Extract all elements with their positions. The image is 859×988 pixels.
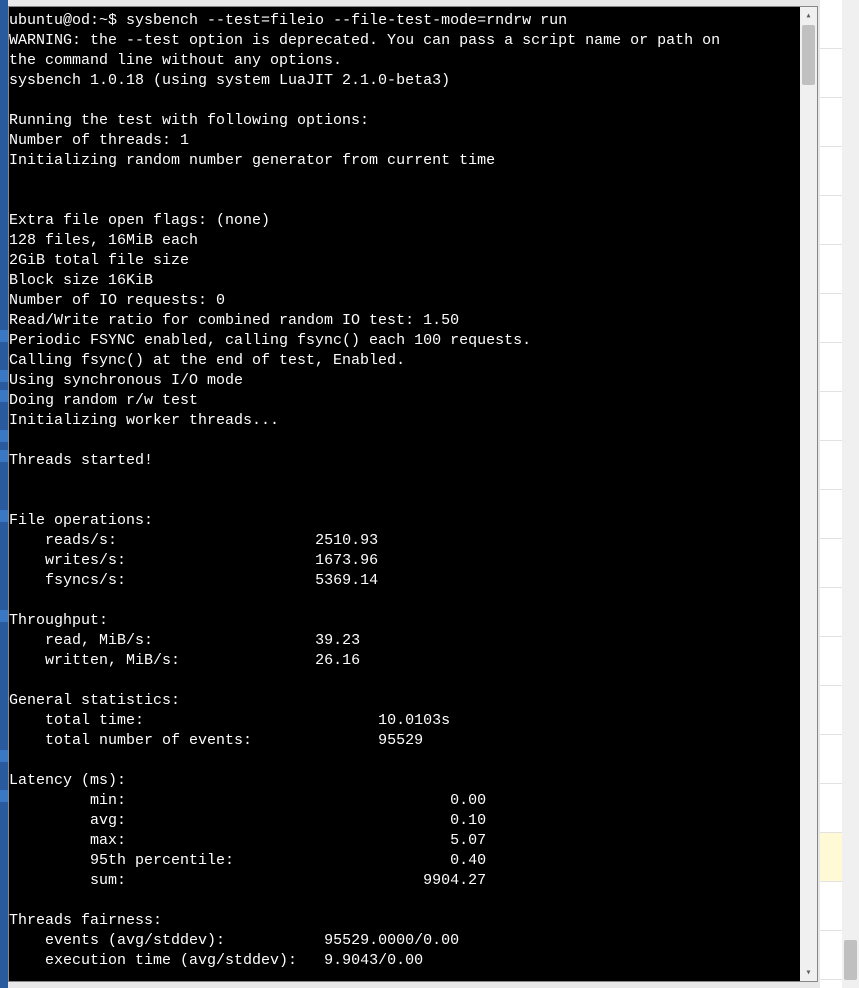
io-req-line: Number of IO requests: 0 [9, 292, 225, 309]
threads-line: Number of threads: 1 [9, 132, 189, 149]
events-avg-label: events (avg/stddev): [9, 932, 324, 949]
total-events-label: total number of events: [9, 732, 378, 749]
total-time-label: total time: [9, 712, 378, 729]
lat-max-value: 5.07 [450, 832, 486, 849]
scroll-up-button[interactable]: ▴ [800, 7, 817, 24]
reads-value: 2510.93 [315, 532, 378, 549]
lat-avg-label: avg: [9, 812, 450, 829]
lat-avg-value: 0.10 [450, 812, 486, 829]
read-mib-label: read, MiB/s: [9, 632, 315, 649]
writes-value: 1673.96 [315, 552, 378, 569]
files-line: 128 files, 16MiB each [9, 232, 198, 249]
fsyncs-value: 5369.14 [315, 572, 378, 589]
block-size-line: Block size 16KiB [9, 272, 153, 289]
fsyncs-label: fsyncs/s: [9, 572, 315, 589]
exec-time-label: execution time (avg/stddev): [9, 952, 324, 969]
left-gutter [0, 0, 8, 988]
warning-line-2: the command line without any options. [9, 52, 342, 69]
flags-line: Extra file open flags: (none) [9, 212, 270, 229]
writes-label: writes/s: [9, 552, 315, 569]
fileops-header: File operations: [9, 512, 153, 529]
total-time-value: 10.0103s [378, 712, 450, 729]
terminal-output: ubuntu@od:~$ sysbench --test=fileio --fi… [9, 7, 800, 981]
page-scroll-thumb[interactable] [844, 940, 857, 980]
prompt: ubuntu@od:~$ [9, 12, 126, 29]
terminal-scroll-thumb[interactable] [802, 25, 815, 85]
terminal[interactable]: ubuntu@od:~$ sysbench --test=fileio --fi… [8, 6, 818, 982]
page-scrollbar[interactable] [842, 0, 859, 988]
run-header: Running the test with following options: [9, 112, 369, 129]
lat-max-label: max: [9, 832, 450, 849]
window: ubuntu@od:~$ sysbench --test=fileio --fi… [0, 0, 859, 988]
events-avg-value: 95529.0000/0.00 [324, 932, 459, 949]
latency-header: Latency (ms): [9, 772, 126, 789]
version-line: sysbench 1.0.18 (using system LuaJIT 2.1… [9, 72, 450, 89]
reads-label: reads/s: [9, 532, 315, 549]
scroll-down-button[interactable]: ▾ [800, 964, 817, 981]
genstats-header: General statistics: [9, 692, 180, 709]
written-mib-value: 26.16 [315, 652, 360, 669]
total-events-value: 95529 [378, 732, 423, 749]
fsync-line: Periodic FSYNC enabled, calling fsync() … [9, 332, 531, 349]
total-size-line: 2GiB total file size [9, 252, 189, 269]
read-mib-value: 39.23 [315, 632, 360, 649]
rng-line: Initializing random number generator fro… [9, 152, 495, 169]
exec-time-value: 9.9043/0.00 [324, 952, 423, 969]
lat-min-value: 0.00 [450, 792, 486, 809]
lat-sum-value: 9904.27 [423, 872, 486, 889]
lat-sum-label: sum: [9, 872, 423, 889]
lat-95-label: 95th percentile: [9, 852, 450, 869]
init-workers: Initializing worker threads... [9, 412, 279, 429]
terminal-scrollbar[interactable]: ▴ ▾ [800, 7, 817, 981]
command: sysbench --test=fileio --file-test-mode=… [126, 12, 567, 29]
fairness-header: Threads fairness: [9, 912, 162, 929]
written-mib-label: written, MiB/s: [9, 652, 315, 669]
lat-95-value: 0.40 [450, 852, 486, 869]
lat-min-label: min: [9, 792, 450, 809]
threads-started: Threads started! [9, 452, 153, 469]
rw-ratio-line: Read/Write ratio for combined random IO … [9, 312, 459, 329]
warning-line-1: WARNING: the --test option is deprecated… [9, 32, 720, 49]
fsync-end-line: Calling fsync() at the end of test, Enab… [9, 352, 405, 369]
throughput-header: Throughput: [9, 612, 108, 629]
sync-mode-line: Using synchronous I/O mode [9, 372, 243, 389]
doing-line: Doing random r/w test [9, 392, 198, 409]
